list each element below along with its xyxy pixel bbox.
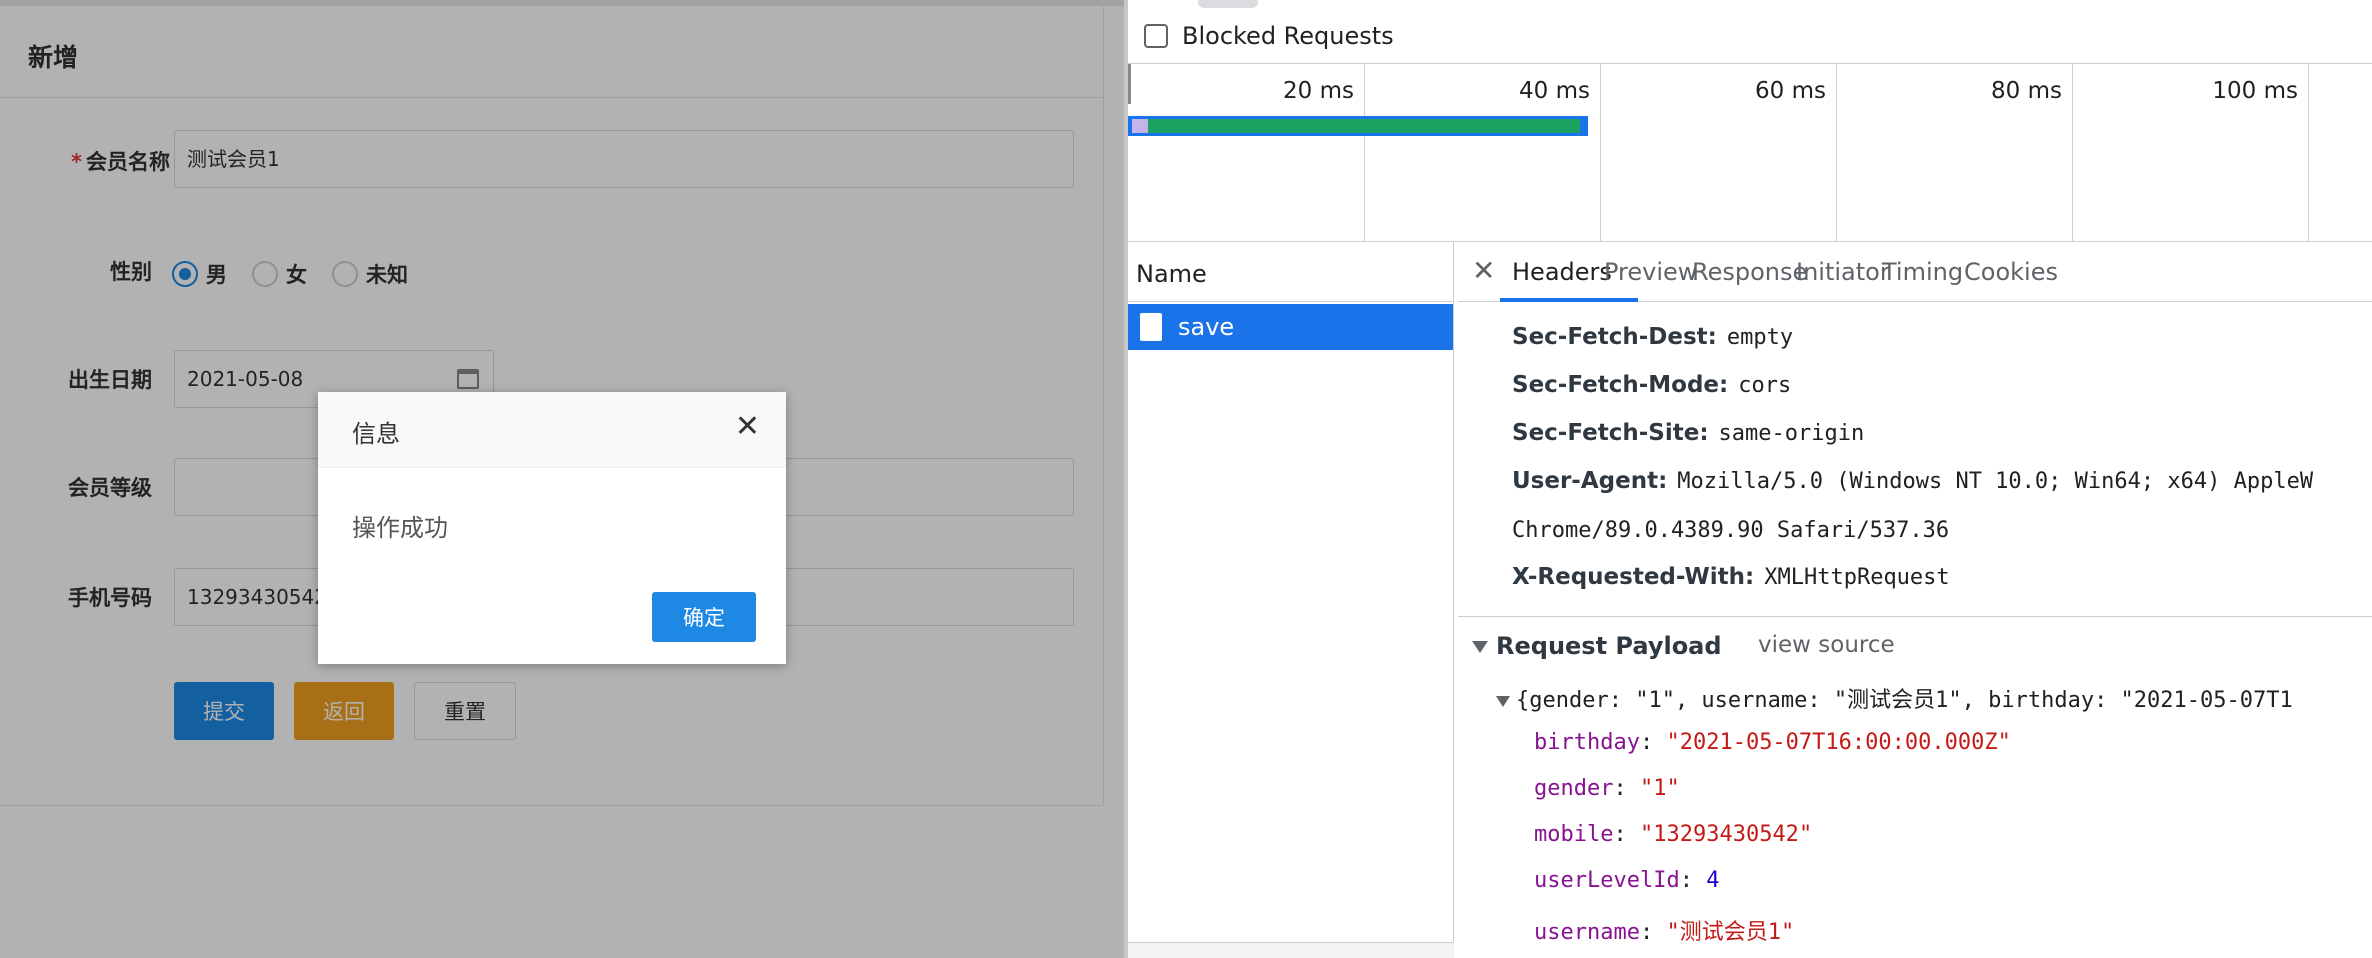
header-key: Sec-Fetch-Dest: (1512, 324, 1717, 350)
request-row-save[interactable]: save (1128, 304, 1453, 350)
timeline-gridline (2308, 64, 2309, 242)
header-value: empty (1726, 325, 1794, 350)
header-value: Mozilla/5.0 (Windows NT 10.0; Win64; x64… (1677, 469, 2314, 494)
view-source-link[interactable]: view source (1758, 632, 1895, 658)
member-form-page: 新增 * 会员名称 测试会员1 性别 男 女 未知 出生日期 2021-05-08… (0, 0, 1124, 958)
property-key: userLevelId (1534, 868, 1680, 893)
timeline-gridline (2072, 64, 2073, 242)
timeline-tick-label: 80 ms (1991, 78, 2062, 104)
payload-property: mobile: "13293430542" (1534, 822, 1813, 847)
header-row: Sec-Fetch-Mode: cors (1512, 372, 1791, 398)
dialog-title: 信息 (352, 420, 400, 448)
request-list: Name save (1128, 242, 1454, 958)
header-row: Sec-Fetch-Dest: empty (1512, 324, 1793, 350)
timeline-gridline (1836, 64, 1837, 242)
property-key: username (1534, 920, 1640, 945)
header-key: Sec-Fetch-Mode: (1512, 372, 1729, 398)
blocked-requests-label: Blocked Requests (1182, 22, 1394, 50)
collapse-triangle-icon (1496, 695, 1510, 707)
header-row: X-Requested-With: XMLHttpRequest (1512, 564, 1950, 590)
document-icon (1140, 313, 1162, 341)
screen: 新增 * 会员名称 测试会员1 性别 男 女 未知 出生日期 2021-05-08… (0, 0, 2372, 958)
request-timing-bar-download (1132, 119, 1580, 133)
timeline-gridline (1600, 64, 1601, 242)
detail-tabs: ✕ Headers Preview Response Initiator Tim… (1458, 242, 2372, 302)
payload-property: gender: "1" (1534, 776, 1680, 801)
close-icon[interactable]: ✕ (735, 412, 760, 442)
property-value: 1 (1653, 776, 1667, 801)
property-value: 4 (1706, 868, 1720, 893)
devtools-network-panel: Blocked Requests 20 ms 40 ms 60 ms 80 ms… (1128, 0, 2372, 958)
tab-cookies[interactable]: Cookies (1964, 258, 2058, 286)
header-key: Sec-Fetch-Site: (1512, 420, 1709, 446)
header-key: User-Agent: (1512, 468, 1668, 494)
header-value: same-origin (1718, 421, 1865, 446)
payload-property: birthday: "2021-05-07T16:00:00.000Z" (1534, 730, 2011, 755)
timeline-gridline (1364, 64, 1365, 242)
network-toolbar: Blocked Requests (1128, 0, 2372, 64)
header-value: XMLHttpRequest (1764, 565, 1950, 590)
property-key: mobile (1534, 822, 1614, 847)
property-value: 13293430542 (1653, 822, 1799, 847)
request-payload-title: Request Payload (1496, 632, 1722, 660)
payload-property: username: "测试会员1" (1534, 920, 1795, 945)
payload-summary: {gender: "1", username: "测试会员1", birthda… (1516, 688, 2293, 713)
blocked-requests-checkbox[interactable] (1144, 24, 1168, 48)
active-tab-indicator (1500, 298, 1638, 302)
request-name: save (1178, 313, 1235, 341)
tab-initiator[interactable]: Initiator (1796, 258, 1890, 286)
network-overview-timeline[interactable]: 20 ms 40 ms 60 ms 80 ms 100 ms (1128, 64, 2372, 242)
property-value: 测试会员1 (1679, 920, 1781, 945)
timeline-tick-label: 40 ms (1519, 78, 1590, 104)
request-list-scrollbar[interactable] (1128, 942, 1454, 958)
request-detail-pane: ✕ Headers Preview Response Initiator Tim… (1458, 242, 2372, 958)
payload-property: userLevelId: 4 (1534, 868, 1720, 893)
tab-response[interactable]: Response (1692, 258, 1807, 286)
property-key: birthday (1534, 730, 1640, 755)
property-value: 2021-05-07T16:00:00.000Z (1679, 730, 1998, 755)
request-timing-bar-queue (1132, 119, 1148, 133)
header-value-continued: Chrome/89.0.4389.90 Safari/537.36 (1512, 518, 1950, 543)
info-dialog: 信息 ✕ 操作成功 确定 (318, 392, 786, 664)
collapse-triangle-icon (1472, 641, 1488, 653)
header-value: cors (1738, 373, 1792, 398)
timeline-tick-label: 100 ms (2212, 78, 2298, 104)
property-key: gender (1534, 776, 1614, 801)
timeline-tick-label: 60 ms (1755, 78, 1826, 104)
payload-object-toggle[interactable]: {gender: "1", username: "测试会员1", birthda… (1496, 682, 2293, 714)
dialog-header: 信息 ✕ (318, 392, 786, 468)
timeline-tick-label: 20 ms (1283, 78, 1354, 104)
timeline-start-marker (1128, 64, 1131, 104)
header-row: User-Agent: Mozilla/5.0 (Windows NT 10.0;… (1512, 468, 2313, 494)
request-payload-toggle[interactable]: Request Payload (1472, 632, 1722, 660)
header-key: X-Requested-With: (1512, 564, 1755, 590)
tab-timing[interactable]: Timing (1882, 258, 1963, 286)
confirm-button[interactable]: 确定 (652, 592, 756, 642)
tab-preview[interactable]: Preview (1604, 258, 1697, 286)
section-divider (1458, 616, 2372, 617)
tab-headers[interactable]: Headers (1512, 258, 1612, 286)
close-icon[interactable]: ✕ (1472, 254, 1495, 287)
name-column-header[interactable]: Name (1128, 242, 1454, 302)
header-row: Sec-Fetch-Site: same-origin (1512, 420, 1864, 446)
toolbar-toggle[interactable] (1198, 0, 1258, 8)
name-header-label: Name (1136, 260, 1207, 288)
dialog-message: 操作成功 (352, 514, 448, 542)
